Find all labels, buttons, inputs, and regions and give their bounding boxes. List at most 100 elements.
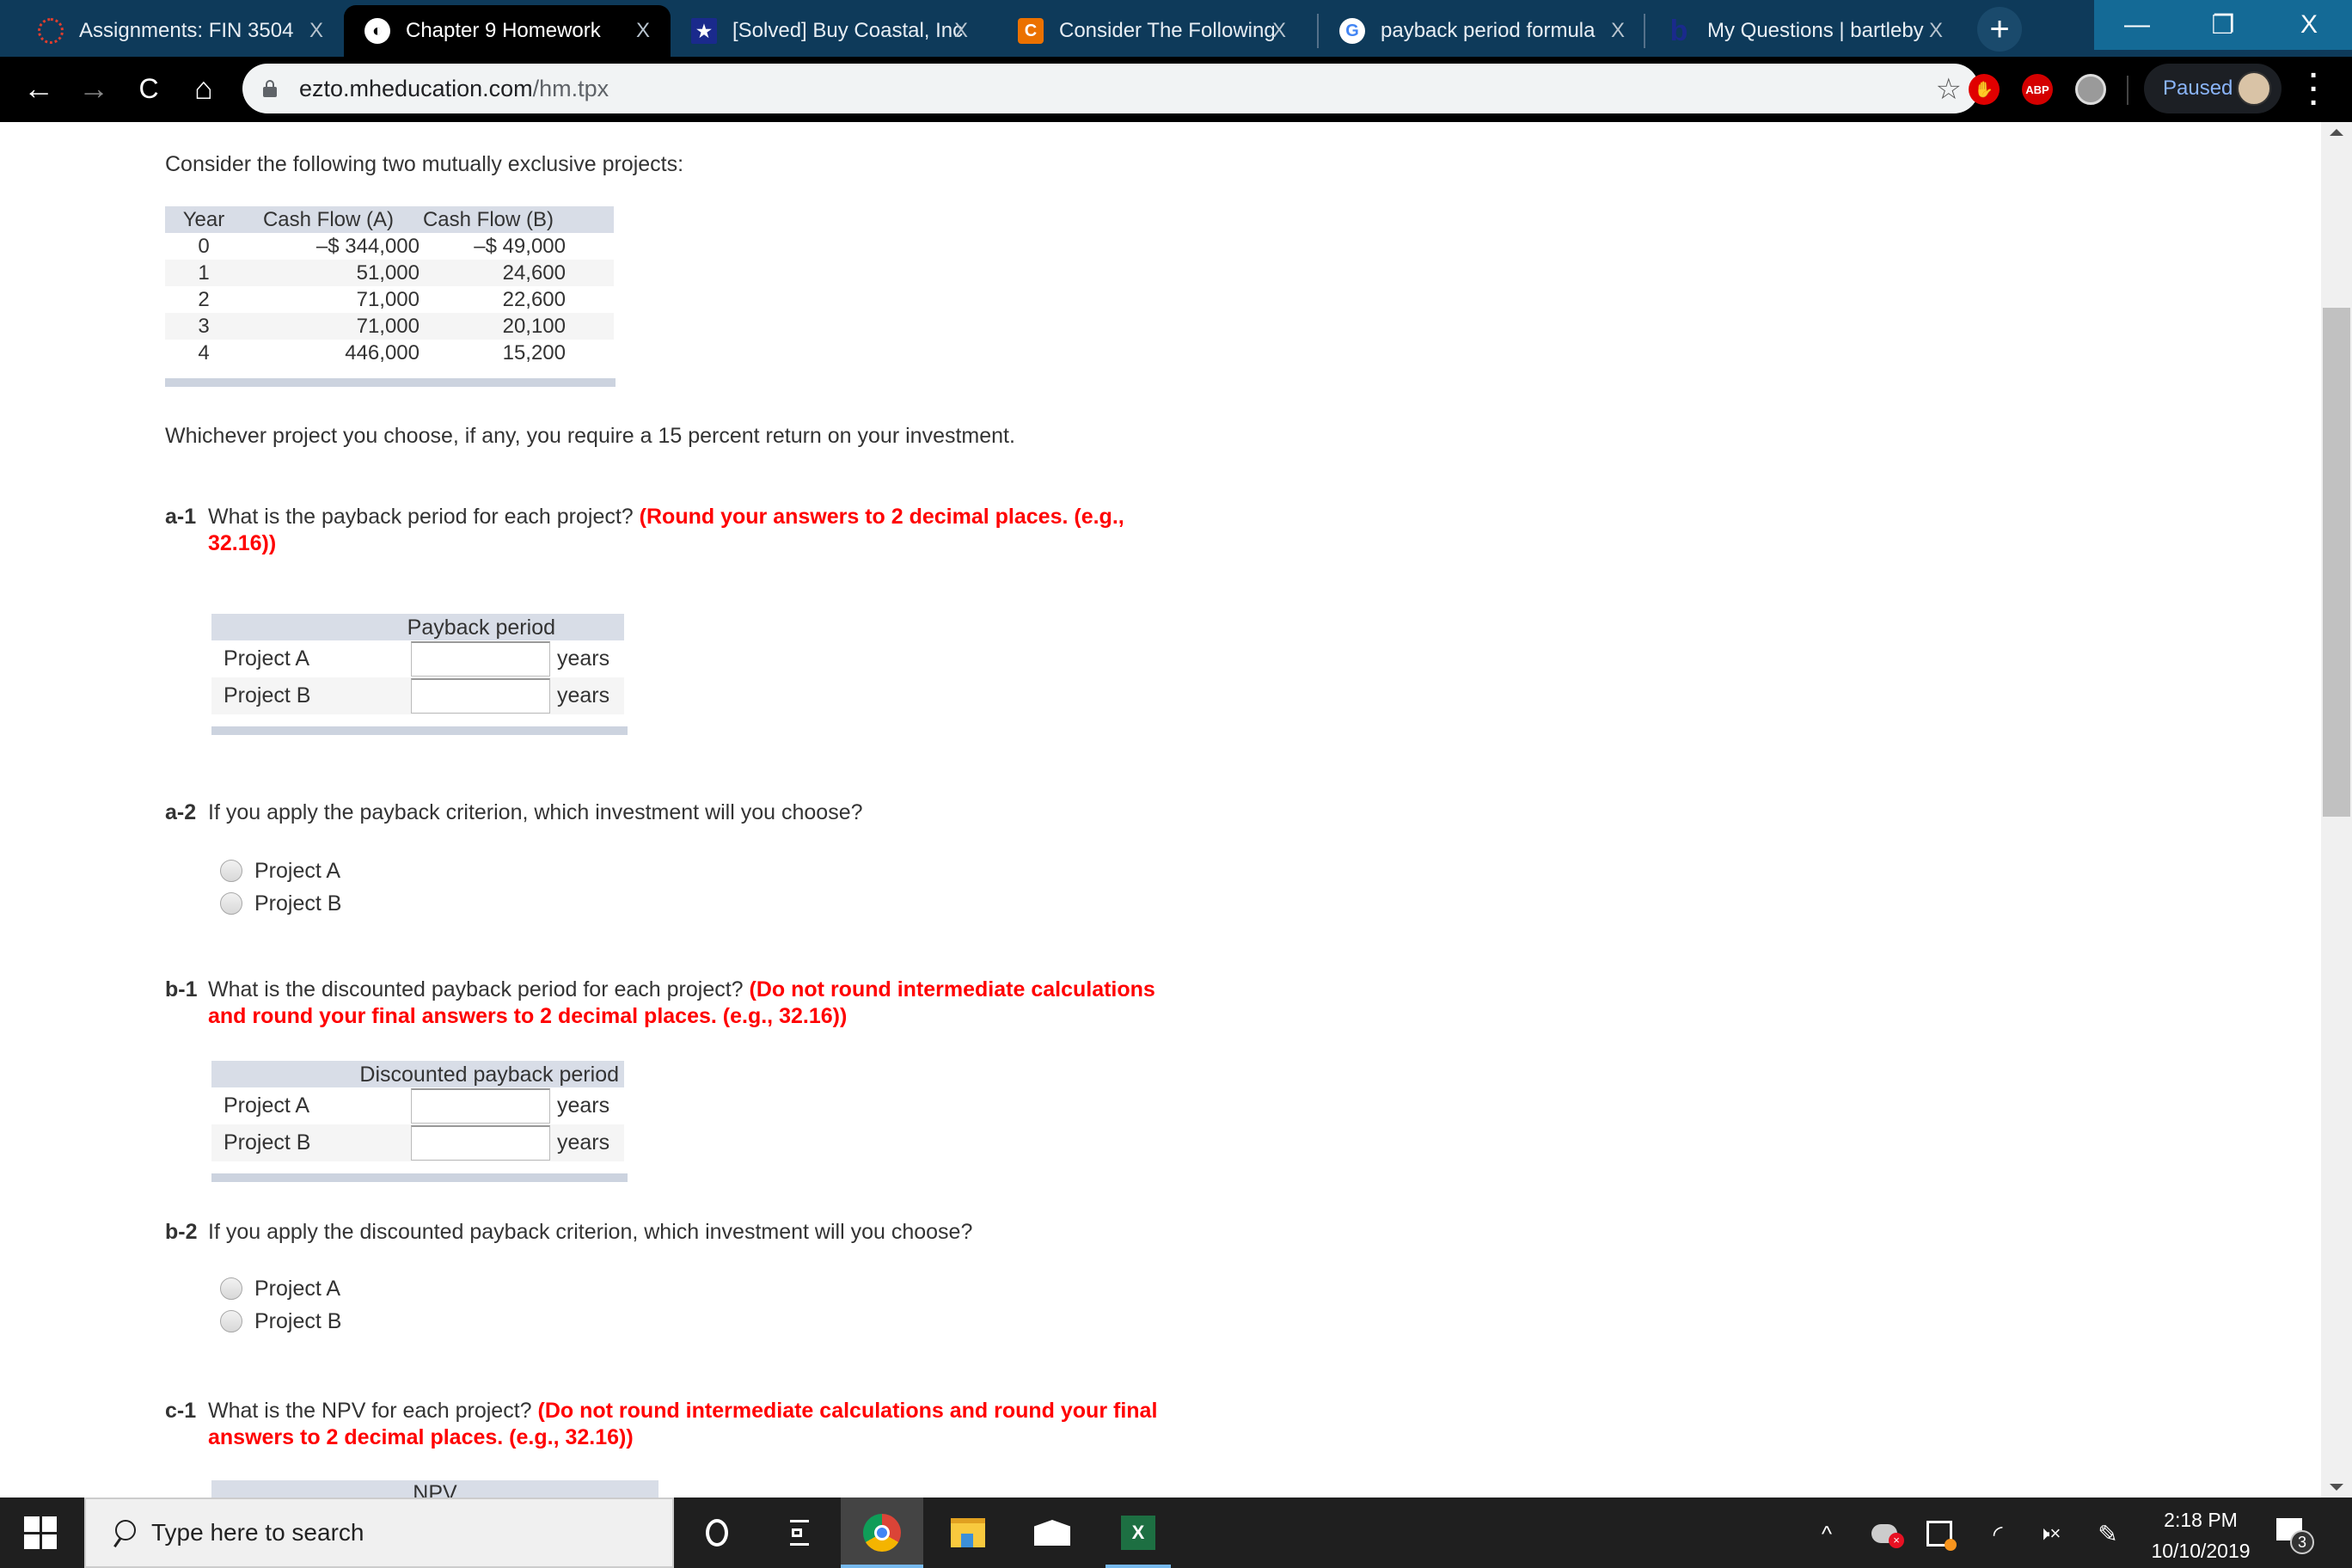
radio-label: Project B <box>254 891 342 916</box>
radio-label: Project B <box>254 1308 342 1333</box>
close-window-button[interactable]: X <box>2266 0 2352 50</box>
tab-chapter-9-homework[interactable]: ◐ Chapter 9 Homework X <box>344 5 671 57</box>
radio-option-project-a[interactable]: Project A <box>220 1272 341 1305</box>
scroll-down-arrow-icon[interactable] <box>2330 1484 2343 1491</box>
payback-project-a-input[interactable] <box>411 641 550 677</box>
discounted-payback-choice-radio-group: Project A Project B <box>220 1272 341 1338</box>
chrome-taskbar-icon[interactable] <box>841 1498 923 1568</box>
column-header: NPV <box>413 1481 457 1498</box>
back-button[interactable]: ← <box>17 67 60 110</box>
question-text: What is the discounted payback period fo… <box>208 977 744 1001</box>
cortana-icon[interactable] <box>676 1498 758 1568</box>
task-view-icon[interactable] <box>758 1498 841 1568</box>
tray-chevron-icon[interactable]: ^ <box>1814 1516 1840 1551</box>
scroll-up-arrow-icon[interactable] <box>2330 129 2343 136</box>
minimize-button[interactable]: — <box>2094 0 2180 50</box>
discounted-payback-project-b-input[interactable] <box>411 1125 550 1161</box>
cash-flow-b-cell: –$ 49,000 <box>474 235 566 258</box>
bookmark-star-icon[interactable]: ☆ <box>1936 72 1962 107</box>
home-button[interactable]: ⌂ <box>182 67 225 110</box>
table-row: 3 71,000 20,100 <box>165 313 614 340</box>
table-row: 2 71,000 22,600 <box>165 286 614 313</box>
question-instruction-cont: and round your final answers to 2 decima… <box>208 1004 848 1028</box>
start-button[interactable] <box>24 1516 57 1549</box>
radio-label: Project A <box>254 858 341 883</box>
column-header: Cash Flow (B) <box>422 208 554 231</box>
question-text: If you apply the discounted payback crit… <box>208 1220 973 1244</box>
google-icon: G <box>1339 18 1365 44</box>
radio-button[interactable] <box>220 1310 242 1332</box>
scrollbar-thumb[interactable] <box>2323 308 2350 817</box>
radio-option-project-b[interactable]: Project B <box>220 1305 341 1338</box>
address-bar[interactable]: ezto.mheducation.com/hm.tpx ☆ <box>242 64 1979 113</box>
action-center-icon[interactable]: 3 <box>2276 1516 2314 1554</box>
unit-label: years <box>557 683 610 707</box>
taskbar-search-box[interactable]: Type here to search <box>84 1498 674 1568</box>
abp-extension-icon[interactable]: ABP <box>2022 74 2053 105</box>
onedrive-error-icon[interactable]: × <box>1867 1516 1904 1551</box>
payback-choice-radio-group: Project A Project B <box>220 854 341 920</box>
close-tab-icon[interactable]: X <box>636 19 650 43</box>
volume-muted-icon[interactable]: 🕨× <box>2030 1516 2068 1551</box>
table-footer-bar <box>165 378 616 387</box>
adblock-extension-icon[interactable]: ✋ <box>1969 74 2000 105</box>
radio-button[interactable] <box>220 892 242 915</box>
wifi-icon[interactable]: ◜ <box>1982 1516 2013 1551</box>
column-header: Discounted payback period <box>359 1063 619 1087</box>
close-tab-icon[interactable]: X <box>1272 19 1286 43</box>
cash-flow-a-cell: 71,000 <box>356 315 420 338</box>
table-row: Project A years <box>211 640 624 677</box>
payback-project-b-input[interactable] <box>411 678 550 714</box>
discounted-payback-project-a-input[interactable] <box>411 1088 550 1124</box>
forward-button[interactable]: → <box>72 67 115 110</box>
tab-payback-period-formula[interactable]: G payback period formula X <box>1319 5 1645 57</box>
close-tab-icon[interactable]: X <box>309 19 323 43</box>
clock-time: 2:18 PM <box>2164 1509 2238 1531</box>
new-tab-button[interactable]: + <box>1977 7 2022 52</box>
cash-flow-a-cell: 51,000 <box>356 261 420 285</box>
clock-date: 10/10/2019 <box>2151 1540 2251 1562</box>
system-clock[interactable]: 2:18 PM 10/10/2019 <box>2141 1504 2261 1566</box>
excel-icon[interactable]: X <box>1097 1498 1179 1568</box>
close-tab-icon[interactable]: X <box>1611 19 1625 43</box>
question-instruction-cont: 32.16)) <box>208 531 277 555</box>
sync-app-icon[interactable] <box>1922 1516 1957 1551</box>
profile-button[interactable]: Paused <box>2144 64 2282 113</box>
url-path: /hm.tpx <box>532 75 609 101</box>
page-content: Consider the following two mutually excl… <box>0 122 2321 1498</box>
bartleby-icon: b <box>1669 14 1688 47</box>
cash-flow-b-cell: 15,200 <box>502 341 566 364</box>
tab-consider-the-following[interactable]: C Consider The Following X <box>997 5 1307 57</box>
close-tab-icon[interactable]: X <box>1929 19 1943 43</box>
radio-option-project-a[interactable]: Project A <box>220 854 341 887</box>
canvas-icon <box>38 18 64 44</box>
tab-solved-buy-coastal[interactable]: ★ [Solved] Buy Coastal, Inc X <box>671 5 989 57</box>
mail-icon[interactable] <box>1011 1498 1093 1568</box>
pen-ink-workspace-icon[interactable]: ✎ <box>2091 1516 2125 1551</box>
reload-button[interactable]: C <box>127 67 170 110</box>
question-number: a-2 <box>165 800 197 824</box>
table-row: Project B years <box>211 677 624 714</box>
radio-button[interactable] <box>220 860 242 882</box>
vertical-scrollbar[interactable] <box>2321 122 2352 1498</box>
discounted-payback-table: Discounted payback period Project A year… <box>211 1061 628 1182</box>
toolbar-separator <box>2127 76 2128 105</box>
restore-button[interactable]: ❐ <box>2180 0 2266 50</box>
url-host: ezto.mheducation.com <box>299 75 533 101</box>
row-label: Project A <box>224 1093 310 1118</box>
tab-label: [Solved] Buy Coastal, Inc <box>732 19 964 42</box>
radio-option-project-b[interactable]: Project B <box>220 887 341 920</box>
cash-flow-b-cell: 24,600 <box>502 261 566 285</box>
question-number: b-1 <box>165 977 198 1001</box>
question-instruction: (Do not round intermediate calculations … <box>537 1399 1158 1423</box>
close-tab-icon[interactable]: X <box>954 19 968 43</box>
browser-menu-icon[interactable]: · · · <box>2306 61 2323 118</box>
circle-extension-icon[interactable] <box>2075 74 2106 105</box>
year-cell: 0 <box>198 235 210 258</box>
tab-assignments[interactable]: Assignments: FIN 3504 X <box>17 5 344 57</box>
radio-button[interactable] <box>220 1277 242 1300</box>
file-explorer-icon[interactable] <box>927 1498 1009 1568</box>
tab-my-questions-bartleby[interactable]: b My Questions | bartleby X <box>1645 5 1963 57</box>
notification-count-badge: 3 <box>2290 1530 2314 1554</box>
cash-flow-a-cell: –$ 344,000 <box>315 235 420 258</box>
